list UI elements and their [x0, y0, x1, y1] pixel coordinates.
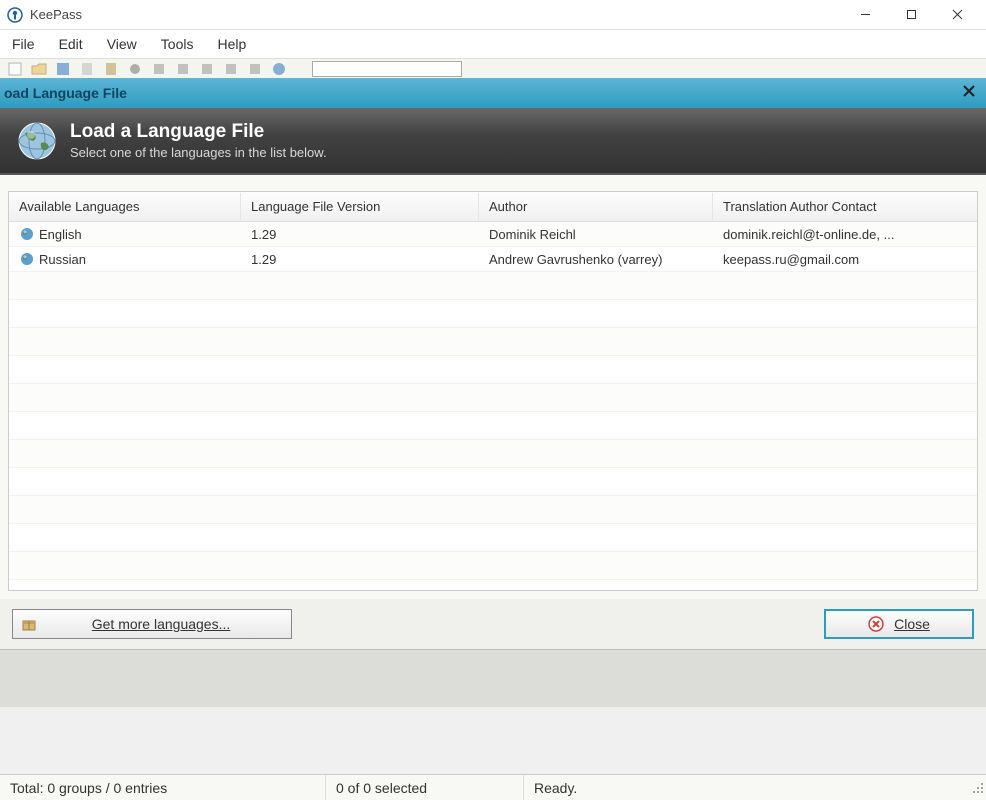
list-body: English 1.29 Dominik Reichl dominik.reic…	[9, 222, 977, 580]
status-total: Total: 0 groups / 0 entries	[0, 775, 326, 800]
close-button[interactable]	[934, 0, 980, 30]
empty-row	[9, 384, 977, 412]
cell-version: 1.29	[241, 225, 479, 244]
dialog-header-text: Load a Language File Select one of the l…	[70, 121, 327, 160]
cell-language: English	[9, 224, 241, 244]
toolbar-icon-10[interactable]	[220, 59, 242, 79]
cell-author: Andrew Gavrushenko (varrey)	[479, 250, 713, 269]
empty-row	[9, 412, 977, 440]
search-input[interactable]	[312, 61, 462, 77]
toolbar-icon-11[interactable]	[244, 59, 266, 79]
empty-row	[9, 440, 977, 468]
dialog-buttons: Get more languages... Close	[0, 599, 986, 649]
toolbar-icon-8[interactable]	[172, 59, 194, 79]
window-controls	[842, 0, 980, 30]
menu-tools[interactable]: Tools	[149, 32, 206, 56]
toolbar-icon-7[interactable]	[148, 59, 170, 79]
statusbar: Total: 0 groups / 0 entries 0 of 0 selec…	[0, 774, 986, 800]
status-selected: 0 of 0 selected	[326, 775, 524, 800]
list-header: Available Languages Language File Versio…	[9, 192, 977, 222]
column-author[interactable]: Author	[479, 193, 713, 220]
cell-language: Russian	[9, 249, 241, 269]
minimize-button[interactable]	[842, 0, 888, 30]
dialog-header-title: Load a Language File	[70, 121, 327, 143]
menu-view[interactable]: View	[95, 32, 149, 56]
toolbar-icon-4[interactable]	[76, 59, 98, 79]
list-row[interactable]: English 1.29 Dominik Reichl dominik.reic…	[9, 222, 977, 247]
column-version[interactable]: Language File Version	[241, 193, 479, 220]
empty-row	[9, 552, 977, 580]
globe-large-icon	[16, 120, 58, 162]
save-icon[interactable]	[52, 59, 74, 79]
close-dialog-button[interactable]: Close	[824, 609, 974, 639]
column-language[interactable]: Available Languages	[9, 193, 241, 220]
cell-author: Dominik Reichl	[479, 225, 713, 244]
cell-version: 1.29	[241, 250, 479, 269]
empty-row	[9, 356, 977, 384]
empty-row	[9, 524, 977, 552]
empty-row	[9, 300, 977, 328]
column-contact[interactable]: Translation Author Contact	[713, 193, 977, 220]
bottom-panel	[0, 649, 986, 707]
toolbar-icon-6[interactable]	[124, 59, 146, 79]
language-list: Available Languages Language File Versio…	[8, 191, 978, 591]
package-icon	[21, 616, 37, 632]
close-label: Close	[894, 616, 930, 632]
dialog-header-subtitle: Select one of the languages in the list …	[70, 145, 327, 160]
menubar: File Edit View Tools Help	[0, 30, 986, 58]
titlebar: KeePass	[0, 0, 986, 30]
dialog-titlebar-text: oad Language File	[4, 85, 127, 101]
menu-file[interactable]: File	[4, 32, 47, 56]
language-name: English	[39, 227, 82, 242]
open-icon[interactable]	[28, 59, 50, 79]
toolbar-icon-5[interactable]	[100, 59, 122, 79]
maximize-button[interactable]	[888, 0, 934, 30]
globe-small-icon	[19, 251, 35, 267]
menu-help[interactable]: Help	[205, 32, 258, 56]
globe-small-icon	[19, 226, 35, 242]
app-icon	[6, 6, 24, 24]
empty-row	[9, 328, 977, 356]
cell-contact: keepass.ru@gmail.com	[713, 250, 977, 269]
menu-edit[interactable]: Edit	[47, 32, 95, 56]
dialog-titlebar: oad Language File	[0, 78, 986, 108]
get-more-label: Get more languages...	[47, 616, 275, 632]
globe-icon[interactable]	[268, 59, 290, 79]
app-title: KeePass	[30, 7, 842, 22]
resize-grip[interactable]	[970, 780, 986, 796]
empty-row	[9, 496, 977, 524]
language-name: Russian	[39, 252, 86, 267]
dialog-close-button[interactable]	[962, 84, 976, 103]
empty-row	[9, 468, 977, 496]
list-container: Available Languages Language File Versio…	[0, 175, 986, 599]
toolbar-icon-9[interactable]	[196, 59, 218, 79]
dialog-header: Load a Language File Select one of the l…	[0, 108, 986, 175]
toolbar	[0, 58, 986, 78]
error-icon	[868, 616, 884, 632]
cell-contact: dominik.reichl@t-online.de, ...	[713, 225, 977, 244]
new-icon[interactable]	[4, 59, 26, 79]
status-ready: Ready.	[524, 775, 970, 800]
list-row[interactable]: Russian 1.29 Andrew Gavrushenko (varrey)…	[9, 247, 977, 272]
get-more-languages-button[interactable]: Get more languages...	[12, 609, 292, 639]
empty-row	[9, 272, 977, 300]
